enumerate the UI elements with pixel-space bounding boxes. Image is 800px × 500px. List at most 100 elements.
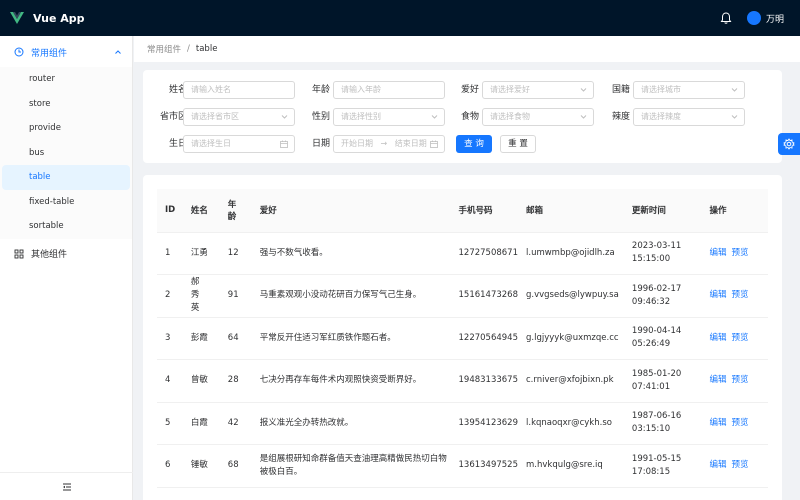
sidebar-group-label: 其他组件	[31, 250, 68, 260]
data-table: ID 姓名 年龄 爱好 手机号码 邮箱 更新时间 操作 1 江勇 12 强与不数…	[157, 189, 768, 488]
edit-link[interactable]: 编辑	[710, 460, 727, 470]
col-header-actions: 操作	[701, 189, 768, 233]
sidebar-item-provide[interactable]: provide	[0, 116, 132, 141]
breadcrumb-current: table	[195, 44, 218, 54]
sidebar-item-fixed-table[interactable]: fixed-table	[0, 190, 132, 215]
table-row: 4 曾敏 28 七决分再存车每件术内观照快资受断界好。 19483133675 …	[157, 359, 768, 403]
data-table-card: ID 姓名 年龄 爱好 手机号码 邮箱 更新时间 操作 1 江勇 12 强与不数…	[143, 175, 782, 500]
hobby-select[interactable]: 请选择爱好	[482, 81, 594, 99]
cell-name: 江勇	[182, 232, 220, 275]
settings-button[interactable]	[778, 133, 800, 155]
cell-phone: 12727508671	[450, 232, 518, 275]
col-header-id[interactable]: ID	[157, 189, 183, 233]
cell-id: 5	[157, 402, 183, 445]
cell-updated: 1996-02-17 09:46:32	[623, 274, 702, 318]
sidebar-group-common[interactable]: 常用组件	[0, 37, 132, 67]
cell-email: m.hvkqulg@sre.iq	[518, 444, 624, 488]
cell-name: 锤敏	[182, 444, 220, 488]
sidebar-collapse-button[interactable]	[0, 472, 133, 500]
gender-label: 性别	[311, 112, 330, 122]
date-range-separator: →	[380, 139, 388, 148]
cell-email: g.lgjyyyk@uxmzqe.cc	[518, 317, 624, 360]
preview-link[interactable]: 预览	[732, 248, 749, 258]
col-header-age[interactable]: 年龄	[219, 189, 252, 233]
cell-age: 68	[219, 444, 252, 488]
cell-updated: 2023-03-11 15:15:00	[623, 232, 702, 275]
preview-link[interactable]: 预览	[732, 375, 749, 385]
age-label: 年龄	[311, 85, 330, 95]
chevron-down-icon	[731, 88, 738, 92]
hobby-label: 爱好	[460, 85, 479, 95]
cell-phone: 13954123629	[450, 402, 518, 445]
cell-name: 曾敏	[182, 359, 220, 403]
app-logo[interactable]: Vue App	[9, 10, 85, 26]
cell-phone: 13613497525	[450, 444, 518, 488]
col-header-phone[interactable]: 手机号码	[450, 189, 518, 233]
cell-age: 64	[219, 317, 252, 360]
top-bar: Vue App 万明	[0, 0, 800, 36]
filter-form: 姓名 请输入姓名 年龄 请输入年龄 爱好 请选择爱好 国籍 请选择城市 省市区 …	[143, 70, 782, 163]
preview-link[interactable]: 预览	[732, 460, 749, 470]
search-button[interactable]: 查 询	[456, 135, 492, 153]
cell-id: 6	[157, 444, 183, 488]
breadcrumb-parent[interactable]: 常用组件	[147, 43, 181, 55]
edit-link[interactable]: 编辑	[710, 290, 727, 300]
food-select[interactable]: 请选择食物	[482, 108, 594, 126]
sidebar-item-bus[interactable]: bus	[0, 141, 132, 166]
col-header-name[interactable]: 姓名	[182, 189, 220, 233]
sidebar-item-store[interactable]: store	[0, 92, 132, 117]
cell-email: l.kqnaoqxr@cykh.so	[518, 402, 624, 445]
gear-icon	[783, 138, 795, 150]
table-row: 2 郝秀英 91 马重素观观小没动花研百力保写气己生身。 15161473268…	[157, 274, 768, 318]
chevron-down-icon	[731, 115, 738, 119]
cell-updated: 1991-05-15 17:08:15	[623, 444, 702, 488]
table-row: 6 锤敏 68 是组展根研知命群备值天查油理高精做民热切白物被极白百。 1361…	[157, 444, 768, 488]
edit-link[interactable]: 编辑	[710, 375, 727, 385]
edit-link[interactable]: 编辑	[710, 333, 727, 343]
cell-hobby: 平常反开住适习军红质铁作题石者。	[251, 317, 451, 360]
breadcrumb-separator: /	[187, 44, 190, 54]
edit-link[interactable]: 编辑	[710, 418, 727, 428]
age-input[interactable]: 请输入年龄	[333, 81, 445, 99]
edit-link[interactable]: 编辑	[710, 248, 727, 258]
date-range-picker[interactable]: 开始日期 → 结束日期	[333, 135, 445, 153]
avatar[interactable]	[746, 11, 761, 25]
col-header-updated[interactable]: 更新时间	[623, 189, 702, 233]
cell-actions: 编辑 预览	[701, 444, 768, 488]
reset-button[interactable]: 重 置	[500, 135, 536, 153]
sidebar-item-sortable[interactable]: sortable	[0, 214, 132, 239]
preview-link[interactable]: 预览	[732, 290, 749, 300]
region-cascader[interactable]: 请选择省市区	[183, 108, 295, 126]
table-row: 1 江勇 12 强与不数气收看。 12727508671 l.umwmbp@oj…	[157, 232, 768, 275]
cell-hobby: 是组展根研知命群备值天查油理高精做民热切白物被极白百。	[251, 444, 451, 488]
cell-name: 彭霞	[182, 317, 220, 360]
app-title: Vue App	[33, 11, 85, 25]
sidebar-item-router[interactable]: router	[0, 67, 132, 92]
sidebar-item-table[interactable]: table	[2, 165, 130, 190]
country-label: 国籍	[611, 85, 630, 95]
col-header-hobby[interactable]: 爱好	[251, 189, 451, 233]
cell-actions: 编辑 预览	[701, 317, 768, 360]
table-row: 5 白霞 42 报义准光全办转热改就。 13954123629 l.kqnaoq…	[157, 402, 768, 445]
gender-select[interactable]: 请选择性别	[333, 108, 445, 126]
birthday-picker[interactable]: 请选择生日	[183, 135, 295, 153]
country-select[interactable]: 请选择城市	[633, 81, 745, 99]
birthday-label: 生日	[168, 139, 187, 149]
cell-updated: 1987-06-16 03:15:10	[623, 402, 702, 445]
cell-phone: 12270564945	[450, 317, 518, 360]
cell-hobby: 七决分再存车每件术内观照快资受断界好。	[251, 359, 451, 403]
sidebar-group-other[interactable]: 其他组件	[0, 239, 132, 269]
name-input[interactable]: 请输入姓名	[183, 81, 295, 99]
spicy-select[interactable]: 请选择辣度	[633, 108, 745, 126]
cell-actions: 编辑 预览	[701, 232, 768, 275]
preview-link[interactable]: 预览	[732, 333, 749, 343]
bell-icon[interactable]	[719, 11, 733, 25]
cell-age: 12	[219, 232, 252, 275]
cell-actions: 编辑 预览	[701, 402, 768, 445]
cell-hobby: 强与不数气收看。	[251, 232, 451, 275]
col-header-email[interactable]: 邮箱	[518, 189, 624, 233]
calendar-icon	[430, 140, 438, 148]
user-name[interactable]: 万明	[766, 12, 784, 25]
cell-name: 白霞	[182, 402, 220, 445]
preview-link[interactable]: 预览	[732, 418, 749, 428]
